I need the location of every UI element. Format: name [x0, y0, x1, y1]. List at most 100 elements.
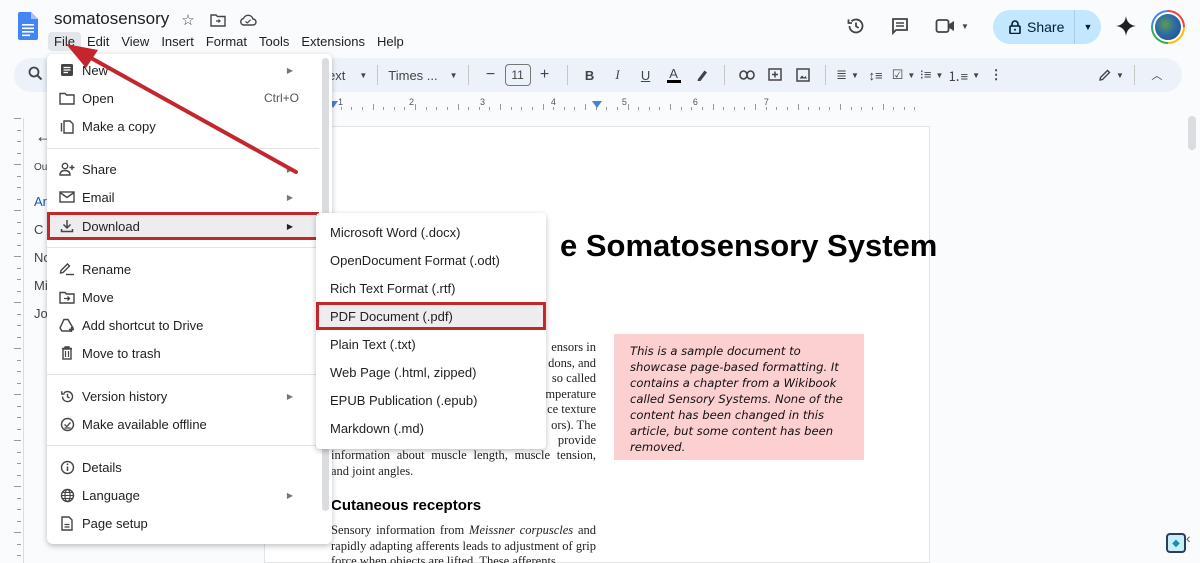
download-pdf[interactable]: PDF Document (.pdf) [316, 302, 546, 330]
file-menu-label: Move [82, 289, 114, 305]
document-heading: e Somatosensory System [560, 228, 938, 263]
menu-edit[interactable]: Edit [81, 32, 115, 51]
line-spacing-icon[interactable]: ↕≡ [864, 63, 888, 87]
file-menu-add-shortcut[interactable]: Add shortcut to Drive [47, 311, 319, 339]
gemini-icon[interactable] [1110, 10, 1142, 42]
paragraph-style-dropdown[interactable]: ext ▼ [328, 63, 367, 87]
bold-button[interactable]: B [578, 63, 602, 87]
download-markdown[interactable]: Markdown (.md) [316, 414, 546, 442]
download-html-zipped[interactable]: Web Page (.html, zipped) [316, 358, 546, 386]
file-menu-label: Version history [82, 388, 168, 404]
text-color-button[interactable]: A [662, 63, 686, 87]
file-menu-open[interactable]: Open Ctrl+O [47, 84, 319, 112]
avatar[interactable] [1151, 10, 1185, 44]
ruler-tick [786, 107, 788, 110]
italic-button[interactable]: I [606, 63, 630, 87]
star-icon[interactable]: ☆ [178, 10, 198, 30]
share-button[interactable]: Share ▼ [993, 10, 1101, 44]
insert-image-icon[interactable] [791, 63, 815, 87]
menu-insert[interactable]: Insert [155, 32, 200, 51]
comments-icon[interactable] [884, 10, 916, 42]
checklist-icon[interactable]: ☑ ▼ [892, 63, 916, 87]
underline-button[interactable]: U [634, 63, 658, 87]
ruler-tick [585, 104, 586, 110]
hide-menus-chevron-up-icon[interactable]: ︿ [1145, 63, 1169, 87]
bulleted-list-icon[interactable]: ⁝≡ ▼ [920, 63, 944, 87]
file-menu-email[interactable]: Email ▶ [47, 183, 319, 211]
ruler-tick [383, 107, 385, 110]
file-menu-page-setup[interactable]: Page setup [47, 509, 319, 537]
cloud-saved-icon[interactable] [238, 10, 258, 30]
ruler-number: 4 [550, 97, 556, 107]
ruler-tick [14, 164, 21, 165]
ruler-tick [840, 104, 841, 110]
horizontal-ruler[interactable]: 1 2 3 4 5 6 7 [328, 96, 930, 112]
right-indent-marker[interactable] [592, 101, 602, 108]
explore-icon[interactable]: ◆ [1166, 533, 1186, 553]
file-menu-download[interactable]: Download ▶ [47, 212, 319, 240]
document-scrollbar[interactable] [1188, 116, 1196, 150]
submenu-arrow-icon: ▶ [286, 65, 293, 75]
file-menu-move-to-trash[interactable]: Move to trash [47, 339, 319, 367]
file-menu-label: Make a copy [82, 118, 156, 134]
align-justify-icon[interactable]: ≣ ▼ [836, 63, 860, 87]
ruler-tick [553, 107, 555, 110]
file-menu-version-history[interactable]: Version history ▶ [47, 382, 319, 410]
menu-format[interactable]: Format [200, 32, 253, 51]
add-comment-icon[interactable] [763, 63, 787, 87]
ruler-tick [680, 107, 682, 110]
outline-item[interactable]: Jo [34, 306, 48, 321]
folder-icon [58, 89, 76, 107]
ruler-tick [670, 104, 671, 110]
file-menu-move[interactable]: Move [47, 283, 319, 311]
numbered-list-icon[interactable]: ⒈≡ ▼ [948, 63, 981, 87]
outline-item[interactable]: C [34, 222, 43, 237]
download-rtf[interactable]: Rich Text Format (.rtf) [316, 274, 546, 302]
font-size-input[interactable]: 11 [504, 64, 531, 86]
file-menu-label: Email [82, 189, 115, 205]
ruler-tick [14, 440, 21, 441]
file-menu-language[interactable]: Language ▶ [47, 481, 319, 509]
download-odt[interactable]: OpenDocument Format (.odt) [316, 246, 546, 274]
font-family-dropdown[interactable]: Times ... ▼ [388, 63, 457, 87]
file-menu-make-available-offline[interactable]: Make available offline [47, 410, 319, 438]
google-docs-window: somatosensory ☆ File Edit View Insert Fo… [0, 0, 1200, 563]
editing-mode-icon[interactable]: ▼ [1098, 63, 1124, 87]
menu-help[interactable]: Help [371, 32, 410, 51]
highlight-color-icon[interactable] [690, 63, 714, 87]
paragraph-line: ensors in [551, 340, 596, 354]
move-to-folder-icon[interactable] [208, 10, 228, 30]
download-docx[interactable]: Microsoft Word (.docx) [316, 218, 546, 246]
decrease-font-size-button[interactable]: − [479, 63, 503, 87]
increase-font-size-button[interactable]: + [533, 63, 557, 87]
ruler-number: 5 [621, 97, 627, 107]
docs-logo-icon[interactable] [18, 12, 38, 40]
share-dropdown-icon[interactable]: ▼ [1075, 22, 1101, 32]
ruler-tick [627, 104, 629, 110]
more-options-icon[interactable]: ⋮ [984, 63, 1008, 87]
outline-item[interactable]: Ar [34, 194, 47, 209]
side-panel-chevron-icon[interactable]: ‹ [1186, 530, 1191, 546]
file-menu-make-a-copy[interactable]: Make a copy [47, 112, 319, 140]
menu-extensions[interactable]: Extensions [295, 32, 371, 51]
document-title[interactable]: somatosensory [54, 9, 169, 29]
file-menu-share[interactable]: Share ▶ [47, 155, 319, 183]
file-menu-rename[interactable]: Rename [47, 255, 319, 283]
page-setup-icon [58, 514, 76, 532]
menu-view[interactable]: View [115, 32, 155, 51]
search-menus-icon[interactable] [28, 66, 43, 84]
ruler-tick [17, 543, 21, 545]
file-menu-details[interactable]: Details [47, 453, 319, 481]
meet-icon[interactable]: ▼ [930, 10, 974, 42]
section-paragraph: Sensory information from Meissner corpus… [331, 523, 596, 563]
download-txt[interactable]: Plain Text (.txt) [316, 330, 546, 358]
menu-tools[interactable]: Tools [253, 32, 295, 51]
ruler-tick [14, 118, 21, 119]
file-menu: New ▶ Open Ctrl+O Make a copy Share ▶ Em… [47, 54, 332, 544]
outline-item[interactable]: Mi [34, 278, 48, 293]
menu-file[interactable]: File [48, 32, 81, 51]
insert-link-icon[interactable] [735, 63, 759, 87]
file-menu-new[interactable]: New ▶ [47, 56, 319, 84]
version-history-icon[interactable] [840, 10, 872, 42]
download-epub[interactable]: EPUB Publication (.epub) [316, 386, 546, 414]
